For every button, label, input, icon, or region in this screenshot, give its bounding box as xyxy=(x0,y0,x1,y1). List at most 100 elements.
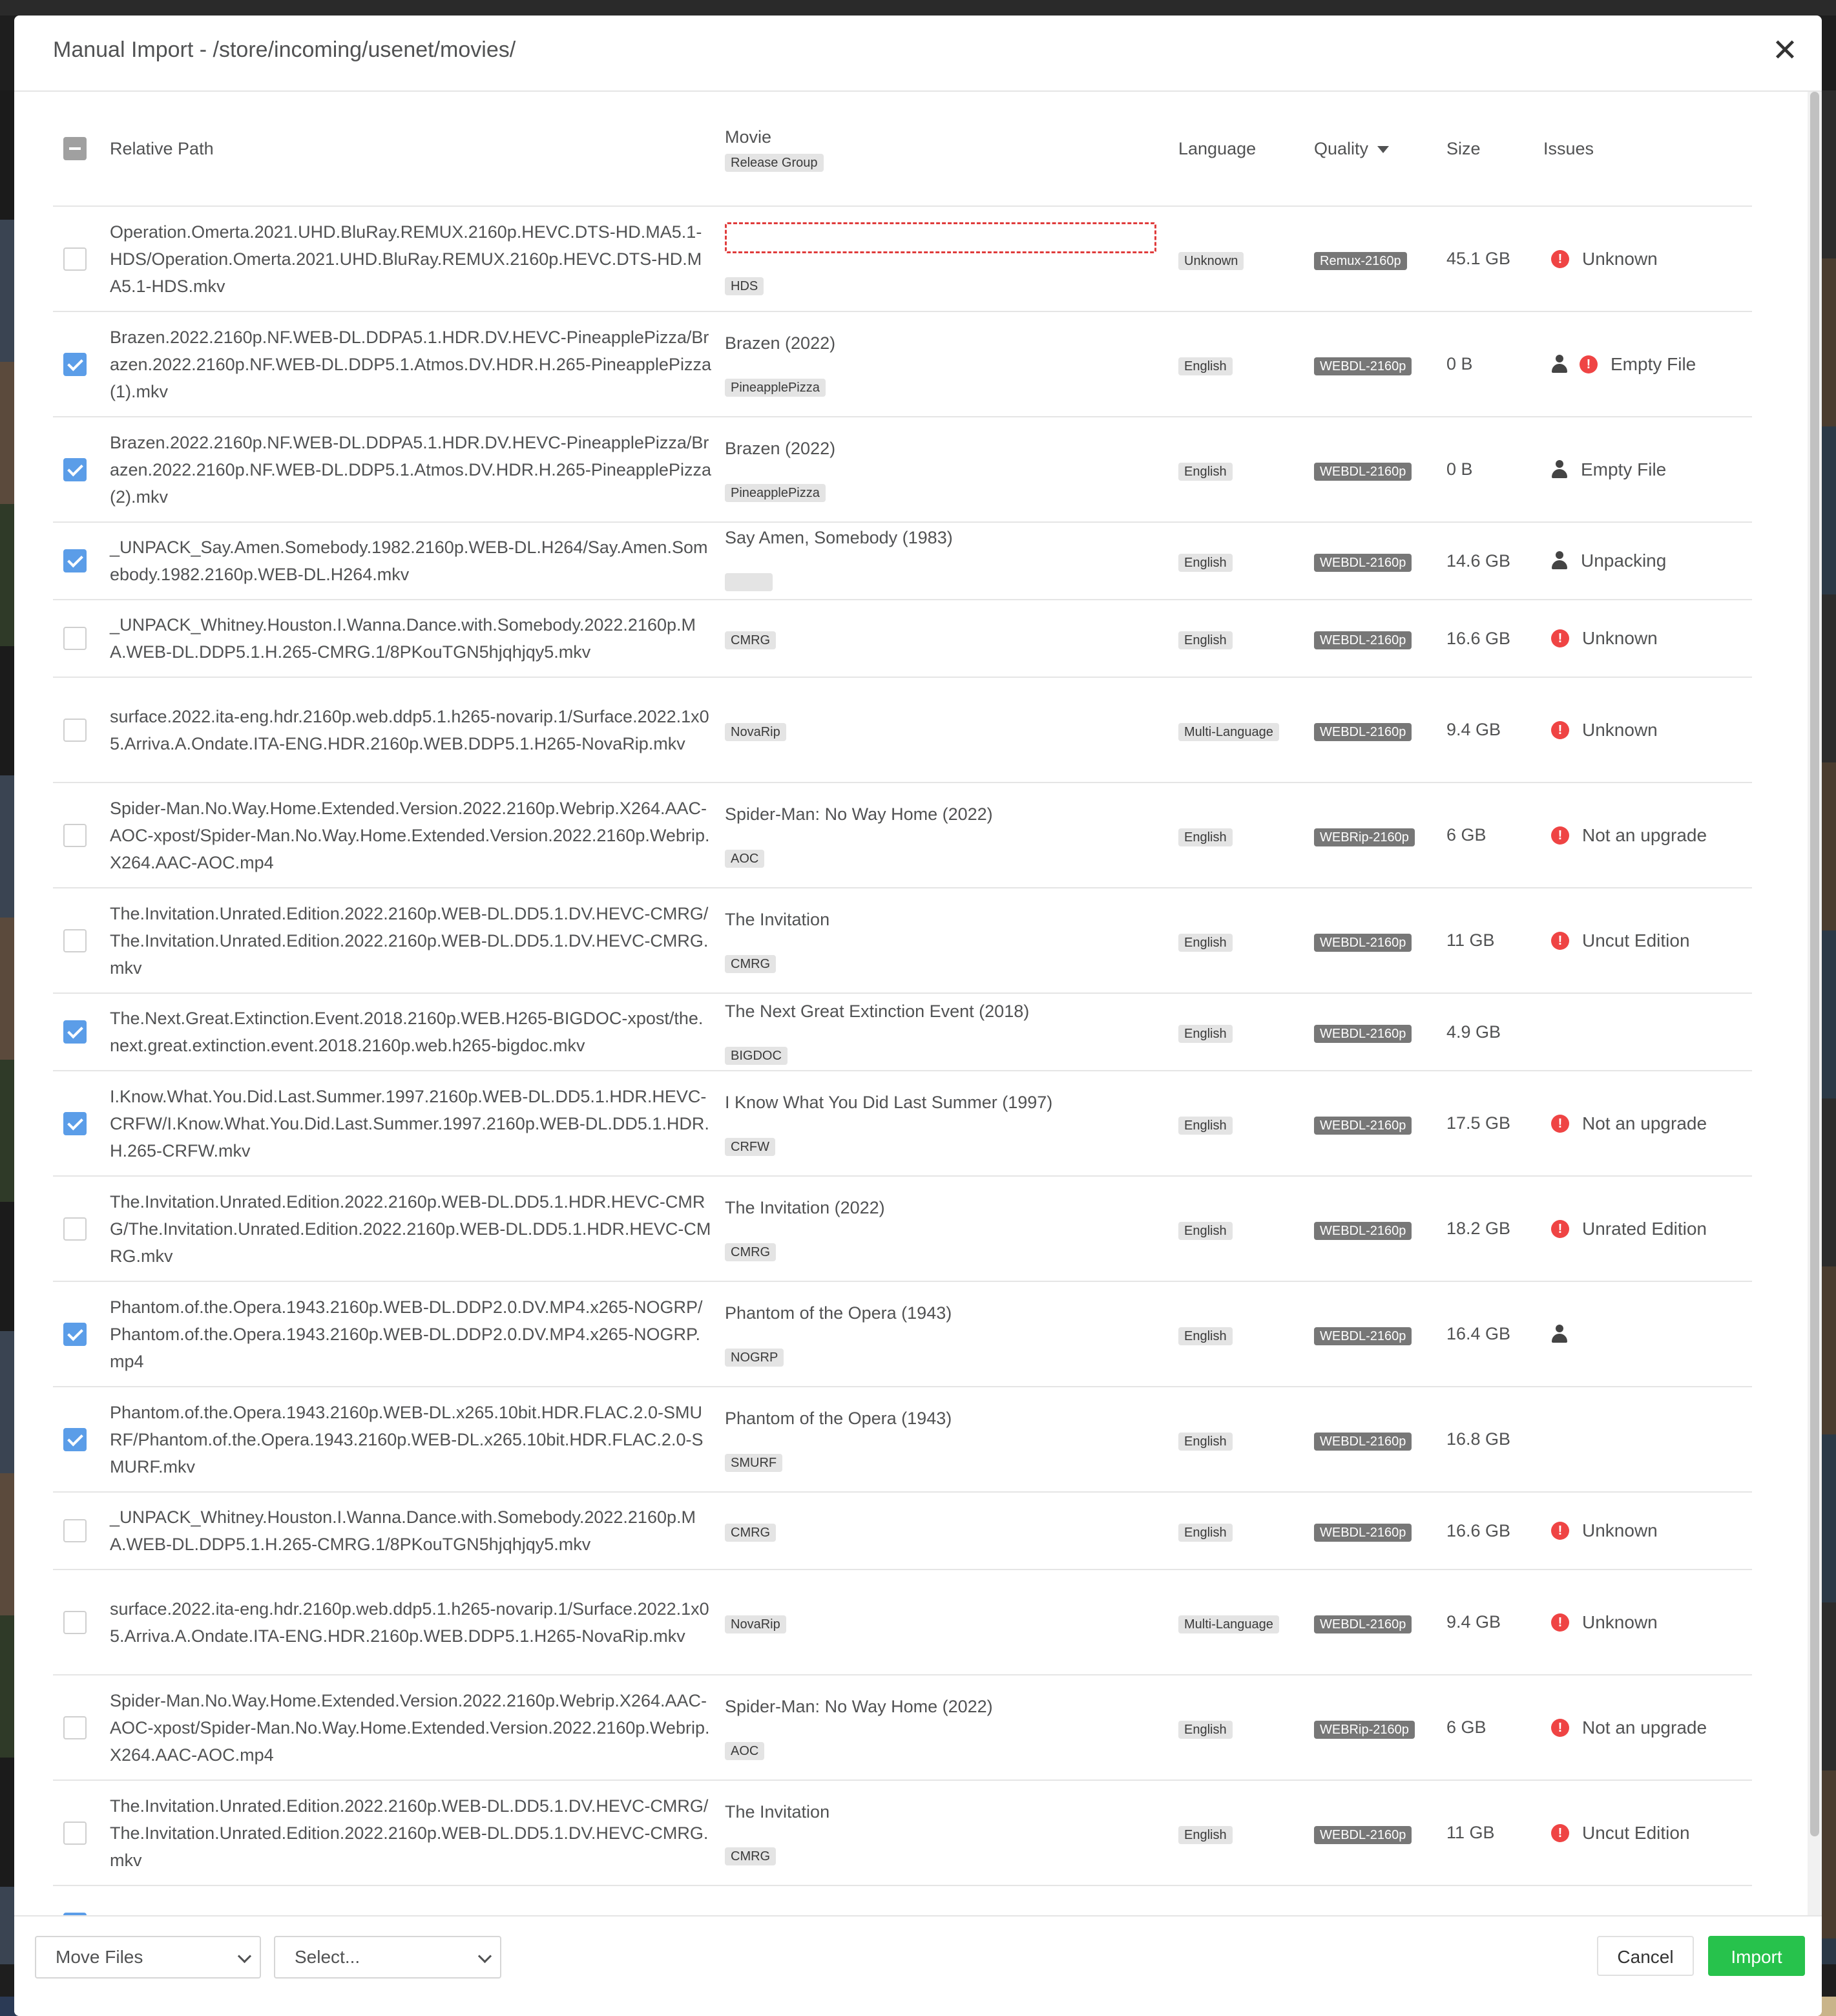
language-badge[interactable]: Multi-Language xyxy=(1178,722,1279,741)
movie-cell[interactable]: Brazen (2022) PineapplePizza xyxy=(725,311,1178,417)
table-row[interactable]: The.Next.Great.Extinction.Event.2018.216… xyxy=(53,993,1752,1071)
table-row[interactable]: I.Know.What.You.Did.Last.Summer.1997.216… xyxy=(53,1071,1752,1177)
user-icon[interactable] xyxy=(1551,354,1568,374)
close-icon[interactable]: ✕ xyxy=(1769,35,1801,67)
select-all-checkbox[interactable] xyxy=(63,137,87,160)
language-cell[interactable]: English xyxy=(1178,1176,1314,1282)
release-group-badge[interactable]: CMRG xyxy=(725,1243,777,1261)
quality-badge[interactable]: WEBDL-2160p xyxy=(1314,1524,1412,1542)
quality-badge[interactable]: WEBDL-2160p xyxy=(1314,1327,1412,1345)
row-checkbox[interactable] xyxy=(63,1111,87,1135)
table-row[interactable]: Brazen.2022.2160p.NF.WEB-DL.DDPA5.1.HDR.… xyxy=(53,417,1752,523)
movie-title[interactable]: The Invitation (2022) xyxy=(725,1196,1178,1219)
import-button[interactable]: Import xyxy=(1708,1936,1805,1976)
movie-title[interactable]: Spider-Man: No Way Home (2022) xyxy=(725,803,1178,826)
quality-badge[interactable]: WEBDL-2160p xyxy=(1314,722,1412,741)
table-row[interactable]: Spider-Man.No.Way.Home.Extended.Version.… xyxy=(53,1675,1752,1781)
release-group-badge[interactable]: CMRG xyxy=(725,1847,777,1865)
quality-cell[interactable]: WEBDL-2160p xyxy=(1314,1071,1446,1177)
movie-title[interactable]: Brazen (2022) xyxy=(725,437,1178,460)
release-group-badge[interactable]: NovaRip xyxy=(725,722,786,741)
warning-icon[interactable]: ! xyxy=(1551,249,1569,268)
release-group-badge[interactable]: NovaRip xyxy=(725,1615,786,1633)
quality-cell[interactable]: WEBDL-2160p xyxy=(1314,1176,1446,1282)
language-cell[interactable]: English xyxy=(1178,1780,1314,1886)
quality-badge[interactable]: WEBDL-2160p xyxy=(1314,1025,1412,1043)
row-checkbox[interactable] xyxy=(63,1427,87,1451)
quality-cell[interactable]: WEBDL-2160p xyxy=(1314,993,1446,1071)
quality-cell[interactable]: WEBDL-2160p xyxy=(1314,417,1446,523)
cancel-button[interactable]: Cancel xyxy=(1597,1936,1694,1976)
language-badge[interactable]: English xyxy=(1178,1432,1233,1451)
release-group-badge[interactable]: CRFW xyxy=(725,1138,775,1156)
movie-cell[interactable]: Spider-Man: No Way Home (2022) AOC xyxy=(725,782,1178,888)
quality-badge[interactable]: WEBDL-2160p xyxy=(1314,631,1412,649)
movie-cell[interactable]: The Next Great Extinction Event (2018) xyxy=(725,1885,1178,1915)
warning-icon[interactable]: ! xyxy=(1551,826,1569,845)
bulk-action-select[interactable]: Select... xyxy=(274,1936,501,1979)
language-cell[interactable]: Multi-Language xyxy=(1178,677,1314,783)
language-badge[interactable]: English xyxy=(1178,554,1233,572)
warning-icon[interactable]: ! xyxy=(1551,931,1569,950)
release-group-badge[interactable]: AOC xyxy=(725,1742,765,1760)
release-group-badge[interactable]: SMURF xyxy=(725,1454,783,1472)
quality-badge[interactable]: WEBRip-2160p xyxy=(1314,828,1415,846)
move-mode-select[interactable]: Move Files xyxy=(35,1936,261,1979)
quality-badge[interactable]: WEBDL-2160p xyxy=(1314,1116,1412,1135)
movie-cell[interactable]: The Invitation CMRG xyxy=(725,1780,1178,1886)
movie-cell[interactable]: Phantom of the Opera (1943) NOGRP xyxy=(725,1281,1178,1387)
movie-cell[interactable]: Say Amen, Somebody (1983) xyxy=(725,522,1178,600)
release-group-badge[interactable]: BIGDOC xyxy=(725,1046,788,1065)
quality-cell[interactable]: WEBRip-2160p xyxy=(1314,1675,1446,1781)
language-cell[interactable]: English xyxy=(1178,417,1314,523)
quality-cell[interactable]: WEBDL-2160p xyxy=(1314,522,1446,600)
row-checkbox[interactable] xyxy=(63,1821,87,1845)
header-relative-path[interactable]: Relative Path xyxy=(110,92,725,207)
language-badge[interactable]: English xyxy=(1178,357,1233,375)
language-cell[interactable]: English xyxy=(1178,782,1314,888)
table-row[interactable]: Operation.Omerta.2021.UHD.BluRay.REMUX.2… xyxy=(53,206,1752,312)
warning-icon[interactable]: ! xyxy=(1551,1114,1569,1133)
quality-badge[interactable]: WEBDL-2160p xyxy=(1314,462,1412,481)
movie-cell[interactable]: CMRG xyxy=(725,1492,1178,1570)
quality-cell[interactable]: WEBRip-2160p xyxy=(1314,782,1446,888)
row-checkbox[interactable] xyxy=(63,929,87,952)
language-badge[interactable]: English xyxy=(1178,631,1233,649)
movie-cell[interactable]: Brazen (2022) PineapplePizza xyxy=(725,417,1178,523)
header-size[interactable]: Size xyxy=(1446,92,1543,207)
table-row[interactable]: The.Invitation.Unrated.Edition.2022.2160… xyxy=(53,1780,1752,1886)
movie-cell[interactable]: Spider-Man: No Way Home (2022) AOC xyxy=(725,1675,1178,1781)
language-cell[interactable]: English xyxy=(1178,1885,1314,1915)
movie-title[interactable]: The Invitation xyxy=(725,908,1178,931)
table-row[interactable]: Phantom.of.the.Opera.1943.2160p.WEB-DL.x… xyxy=(53,1387,1752,1493)
release-group-badge[interactable]: CMRG xyxy=(725,1524,777,1542)
language-cell[interactable]: English xyxy=(1178,522,1314,600)
quality-cell[interactable]: WEBDL-2160p xyxy=(1314,311,1446,417)
quality-badge[interactable]: WEBDL-2160p xyxy=(1314,554,1412,572)
movie-title[interactable]: Brazen (2022) xyxy=(725,331,1178,355)
language-badge[interactable]: English xyxy=(1178,1327,1233,1345)
quality-cell[interactable]: WEBDL-2160p xyxy=(1314,1780,1446,1886)
language-badge[interactable]: Multi-Language xyxy=(1178,1615,1279,1633)
language-badge[interactable]: English xyxy=(1178,1221,1233,1240)
release-group-badge[interactable]: PineapplePizza xyxy=(725,379,826,397)
release-group-badge[interactable]: CMRG xyxy=(725,955,777,973)
row-checkbox[interactable] xyxy=(63,823,87,847)
quality-cell[interactable]: WEBDL-2160p xyxy=(1314,600,1446,678)
row-checkbox[interactable] xyxy=(63,457,87,481)
quality-cell[interactable]: WEBDL-2160p xyxy=(1314,888,1446,994)
quality-cell[interactable]: WEBDL-2160p xyxy=(1314,1281,1446,1387)
row-checkbox[interactable] xyxy=(63,718,87,742)
user-icon[interactable] xyxy=(1551,551,1568,571)
release-group-badge[interactable]: PineapplePizza xyxy=(725,484,826,502)
quality-cell[interactable]: WEBDL-2160p xyxy=(1314,1492,1446,1570)
movie-cell[interactable]: Phantom of the Opera (1943) SMURF xyxy=(725,1387,1178,1493)
movie-title[interactable]: I Know What You Did Last Summer (1997) xyxy=(725,1091,1178,1114)
row-checkbox[interactable] xyxy=(63,1610,87,1634)
row-checkbox[interactable] xyxy=(63,549,87,572)
warning-icon[interactable]: ! xyxy=(1551,1718,1569,1737)
quality-badge[interactable]: WEBDL-2160p xyxy=(1314,1825,1412,1844)
user-icon[interactable] xyxy=(1551,1324,1568,1344)
language-badge[interactable]: English xyxy=(1178,1025,1233,1043)
row-checkbox[interactable] xyxy=(63,627,87,650)
